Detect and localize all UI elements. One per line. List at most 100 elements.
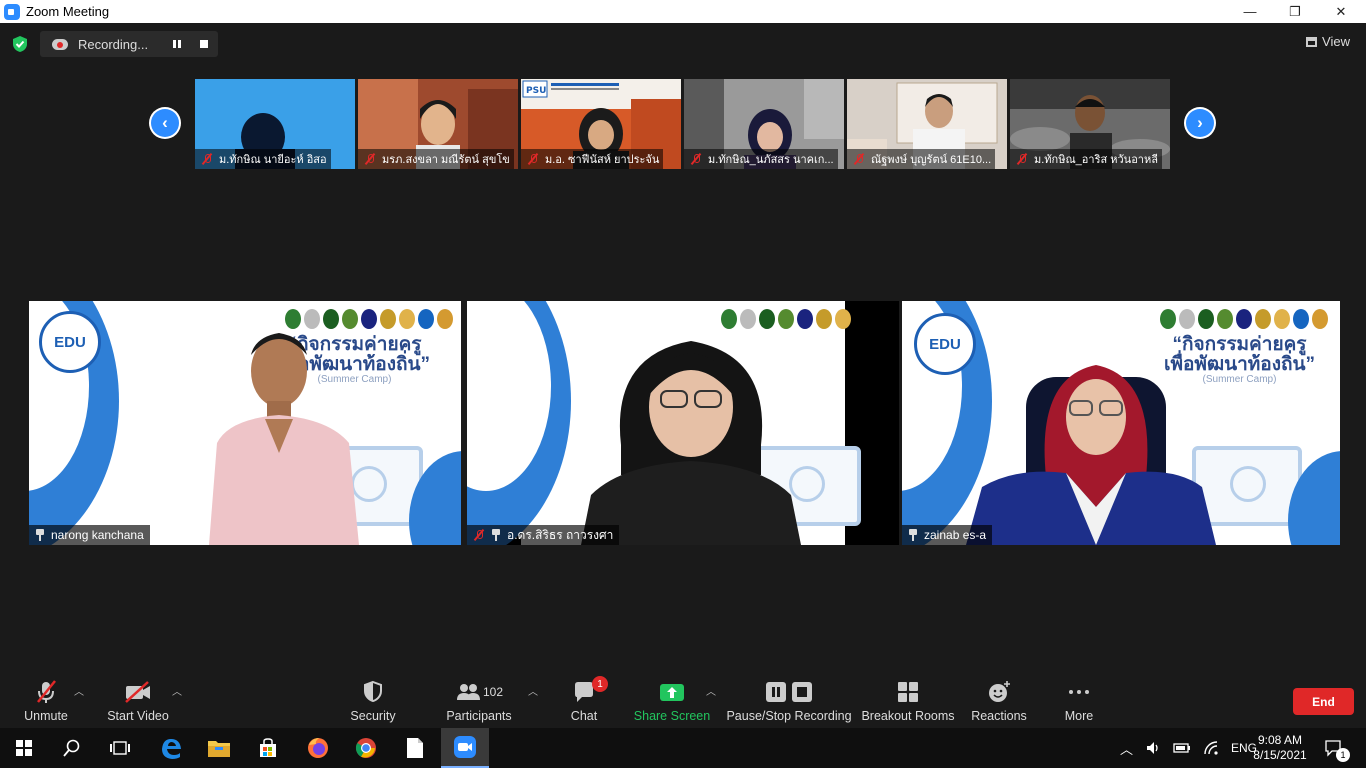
cloud-recording-icon (52, 38, 68, 50)
participant-thumbnail[interactable]: ม.ทักษิณ_อาริส หวันอาหลี (1010, 79, 1170, 169)
video-off-icon (125, 681, 150, 703)
participant-name: ม.ทักษิณ นายีอะห์ อิสอ (219, 154, 327, 166)
taskbar-store[interactable] (244, 728, 292, 768)
participant-name-tag: อ.ดร.สิริธร ถาวรงศา (467, 525, 620, 545)
task-view-button[interactable] (96, 728, 144, 768)
participants-label: Participants (446, 709, 512, 723)
end-meeting-button[interactable]: End (1293, 688, 1354, 715)
chat-unread-badge: 1 (592, 676, 608, 692)
wifi-icon[interactable] (1203, 740, 1219, 756)
taskbar-firefox[interactable] (294, 728, 342, 768)
more-button[interactable]: More (1061, 679, 1097, 723)
gallery-prev-button[interactable]: ‹ (149, 107, 181, 139)
taskbar-chrome[interactable] (342, 728, 390, 768)
system-tray: ︿ ENG (1120, 728, 1257, 768)
encryption-shield-icon[interactable] (12, 35, 28, 53)
active-speaker-tile[interactable]: EDU “กิจกรรมค่ายครู เพื่อพัฒนาท้องถิ่น” (S… (902, 301, 1340, 545)
muted-mic-icon (690, 153, 702, 165)
show-hidden-icons-chevron-icon[interactable]: ︿ (1120, 739, 1133, 758)
breakout-rooms-button[interactable]: Breakout Rooms (861, 679, 955, 723)
participant-video (209, 333, 359, 545)
taskbar-zoom[interactable] (441, 728, 489, 768)
speaker-icon[interactable] (1145, 740, 1161, 756)
participants-options-caret-icon[interactable]: ︿ (528, 683, 538, 698)
search-icon (63, 739, 80, 757)
pause-stop-recording-button[interactable]: Pause/Stop Recording (726, 679, 852, 723)
firefox-icon (308, 738, 328, 758)
participant-name-tag: ม.ทักษิณ นายีอะห์ อิสอ (195, 149, 331, 169)
meeting-toolbar: Unmute ︿ Start Video ︿ Security 102 Part… (0, 673, 1366, 728)
stop-recording-button[interactable] (200, 40, 208, 48)
participant-name: มรภ.สงขลา มณีรัตน์ สุขโข (382, 154, 510, 166)
chrome-icon (355, 738, 376, 758)
participant-name: zainab es-a (924, 528, 987, 542)
muted-mic-icon (853, 153, 865, 165)
participant-name-tag: narong kanchana (29, 525, 150, 545)
start-button[interactable] (0, 728, 48, 768)
view-button[interactable]: View (1306, 34, 1350, 49)
unmute-button[interactable]: Unmute (24, 679, 68, 723)
participant-video-tile[interactable]: EDU “กิจกรรมค่ายครู เพื่อพัฒนาท้องถิ่น” (S… (29, 301, 461, 545)
participant-thumbnail[interactable]: ณัฐพงษ์ บุญรัตน์ 61E10... (847, 79, 1007, 169)
share-screen-label: Share Screen (633, 709, 711, 723)
svg-text:PSU: PSU (526, 86, 546, 96)
taskbar-notepad[interactable] (391, 728, 439, 768)
participant-video-tile[interactable]: อ.ดร.สิริธร ถาวรงศา (467, 301, 899, 545)
muted-mic-icon (527, 153, 539, 165)
close-button[interactable]: ✕ (1318, 0, 1364, 23)
start-video-button[interactable]: Start Video (107, 679, 169, 723)
battery-icon[interactable] (1173, 741, 1191, 755)
action-center-button[interactable]: 1 (1324, 728, 1350, 768)
taskbar-file-explorer[interactable] (195, 728, 243, 768)
participants-count: 102 (482, 685, 504, 699)
participant-name-tag: zainab es-a (902, 525, 993, 545)
pause-stop-icon (766, 682, 812, 702)
participant-thumbnail[interactable]: PSU ม.อ. ซาฟีนัสห์ ยาประจัน (521, 79, 681, 169)
gallery-next-button[interactable]: › (1184, 107, 1216, 139)
participant-name: ม.อ. ซาฟีนัสห์ ยาประจัน (545, 154, 660, 166)
participant-thumbnail[interactable]: ม.ทักษิณ_นภัสสร นาคเก... (684, 79, 844, 169)
start-video-label: Start Video (107, 709, 169, 723)
participants-button[interactable]: 102 Participants (446, 679, 512, 723)
participant-thumbnail[interactable]: ม.ทักษิณ นายีอะห์ อิสอ (195, 79, 355, 169)
chevron-left-icon: ‹ (151, 109, 179, 137)
windows-taskbar: ︿ ENG 9:08 AM 8/15/2021 1 (0, 728, 1366, 768)
reactions-smiley-icon (989, 681, 1010, 702)
minimize-button[interactable]: — (1227, 0, 1273, 23)
search-button[interactable] (48, 728, 96, 768)
virtual-background: EDU “กิจกรรมค่ายครู เพื่อพัฒนาท้องถิ่น” (S… (902, 301, 1340, 545)
participant-name-tag: ณัฐพงษ์ บุญรัตน์ 61E10... (847, 149, 996, 169)
shield-icon (364, 680, 382, 703)
participant-name: ม.ทักษิณ_อาริส หวันอาหลี (1034, 154, 1158, 166)
muted-mic-icon (364, 153, 376, 165)
restore-button[interactable]: ❐ (1272, 0, 1318, 23)
notification-count-badge: 1 (1336, 748, 1350, 762)
virtual-background (467, 301, 861, 545)
taskbar-edge[interactable] (147, 728, 195, 768)
slide-headline-line-1: “กิจกรรมค่ายครู (1172, 334, 1307, 355)
folder-icon (208, 741, 230, 757)
share-options-caret-icon[interactable]: ︿ (706, 683, 716, 698)
security-button[interactable]: Security (350, 679, 396, 723)
share-screen-button[interactable]: Share Screen (633, 679, 711, 723)
participant-video (966, 365, 1216, 545)
view-grid-icon (1306, 36, 1318, 47)
reactions-button[interactable]: Reactions (971, 679, 1027, 723)
edu-logo: EDU (39, 311, 101, 373)
participant-name: อ.ดร.สิริธร ถาวรงศา (507, 527, 614, 542)
chat-button[interactable]: 1 Chat (566, 676, 608, 723)
participant-thumbnail[interactable]: มรภ.สงขลา มณีรัตน์ สุขโข (358, 79, 518, 169)
meeting-stage: Recording... View ‹ › ม.ทักษิณ นายีอะห์ … (0, 23, 1366, 673)
edge-icon (162, 739, 181, 759)
window-titlebar: Zoom Meeting — ❐ ✕ (0, 0, 1366, 23)
audio-options-caret-icon[interactable]: ︿ (74, 683, 84, 698)
pin-icon (35, 529, 45, 541)
video-options-caret-icon[interactable]: ︿ (172, 683, 182, 698)
recording-indicator: Recording... (40, 31, 218, 57)
document-icon (407, 738, 423, 758)
pause-recording-button[interactable] (172, 38, 182, 50)
taskbar-clock[interactable]: 9:08 AM 8/15/2021 (1252, 728, 1308, 768)
windows-logo-icon (16, 740, 32, 756)
zoom-app-icon (454, 736, 476, 758)
reactions-label: Reactions (971, 709, 1027, 723)
